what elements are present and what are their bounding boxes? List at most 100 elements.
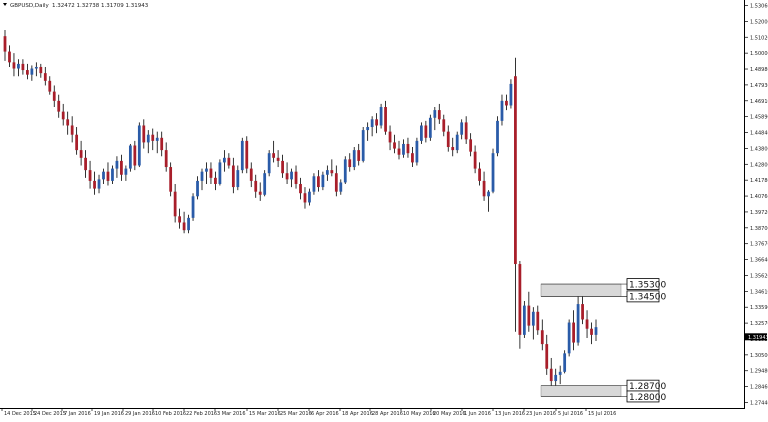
y-tick: 1.27440 bbox=[744, 401, 768, 407]
candle bbox=[48, 76, 52, 95]
candle-body bbox=[75, 134, 79, 151]
candle bbox=[70, 116, 74, 143]
candle bbox=[303, 187, 307, 209]
candle bbox=[482, 171, 486, 201]
symbol-label: GBPUSD,Daily bbox=[10, 3, 50, 9]
candle bbox=[173, 183, 177, 223]
x-tick-label: 18 Apr 2016 bbox=[342, 411, 373, 417]
candle bbox=[375, 113, 379, 134]
candle-body bbox=[178, 216, 182, 223]
candle-body bbox=[12, 62, 16, 69]
x-tick-label: 19 Jan 2016 bbox=[94, 411, 124, 417]
candle-body bbox=[17, 63, 20, 69]
candle-body bbox=[281, 160, 284, 174]
candle bbox=[267, 150, 271, 177]
candle bbox=[178, 208, 182, 229]
candle bbox=[585, 310, 589, 338]
y-tick-label: 1.47930 bbox=[750, 83, 768, 89]
candle bbox=[496, 116, 499, 157]
candle bbox=[415, 137, 419, 166]
y-tick-label: 1.30500 bbox=[750, 353, 768, 359]
candle bbox=[285, 162, 289, 184]
chart-svg: GBPUSD,Daily 1.32472 1.32738 1.31709 1.3… bbox=[0, 0, 768, 417]
x-tick: 24 Dec 2015 bbox=[31, 408, 66, 417]
y-tick-label: 1.37670 bbox=[750, 242, 768, 248]
candle-body bbox=[384, 107, 387, 132]
candle bbox=[527, 291, 531, 332]
candle-body bbox=[222, 157, 226, 163]
candle bbox=[263, 170, 267, 197]
y-tick: 1.51020 bbox=[744, 35, 768, 41]
candle-body bbox=[460, 122, 464, 135]
candle-body bbox=[317, 176, 320, 188]
candle bbox=[339, 179, 343, 195]
candle bbox=[388, 125, 392, 151]
candle bbox=[124, 165, 128, 181]
candle-body bbox=[227, 157, 231, 166]
x-tick: 18 Apr 2016 bbox=[339, 408, 373, 417]
candle-body bbox=[48, 80, 52, 92]
candle bbox=[514, 57, 517, 332]
candle bbox=[8, 45, 11, 67]
candle bbox=[357, 143, 361, 166]
candle bbox=[39, 63, 43, 78]
candle-body bbox=[348, 159, 352, 168]
y-tick: 1.35620 bbox=[744, 273, 768, 279]
candle bbox=[325, 165, 329, 181]
price-zone[interactable] bbox=[540, 283, 622, 297]
y-tick: 1.52000 bbox=[744, 19, 768, 25]
candle bbox=[245, 136, 249, 174]
y-tick: 1.42800 bbox=[744, 162, 768, 168]
candle bbox=[545, 334, 549, 375]
y-tick: 1.32570 bbox=[744, 321, 768, 327]
candle bbox=[160, 131, 164, 157]
candle bbox=[151, 128, 155, 151]
candle-body bbox=[312, 176, 316, 192]
candle-body bbox=[325, 170, 329, 175]
candle bbox=[406, 137, 410, 158]
candle-body bbox=[285, 173, 289, 180]
candle bbox=[276, 150, 280, 168]
dropdown-triangle-icon[interactable] bbox=[3, 3, 7, 6]
candlestick-chart[interactable]: GBPUSD,Daily 1.32472 1.32738 1.31709 1.3… bbox=[0, 0, 768, 418]
candle-body bbox=[482, 180, 486, 197]
x-tick: 14 Dec 2015 bbox=[1, 408, 36, 417]
level-label-text: 1.28700 bbox=[629, 382, 666, 392]
candle-body bbox=[397, 148, 401, 155]
candle-body bbox=[236, 170, 240, 188]
candle-body bbox=[428, 117, 432, 138]
y-tick-label: 1.50000 bbox=[750, 51, 768, 57]
candle bbox=[451, 137, 455, 157]
y-tick-label: 1.28460 bbox=[750, 385, 768, 391]
candle-body bbox=[84, 157, 87, 171]
candle-body bbox=[120, 160, 123, 175]
candle bbox=[75, 127, 79, 155]
x-tick: 10 May 2016 bbox=[400, 408, 436, 417]
candle-body bbox=[567, 322, 571, 354]
candle-body bbox=[200, 171, 204, 181]
candle bbox=[334, 165, 338, 197]
x-tick: 20 May 2016 bbox=[430, 408, 466, 417]
price-zone[interactable] bbox=[540, 385, 622, 397]
candle-body bbox=[57, 100, 61, 112]
x-tick-label: 25 Mar 2016 bbox=[280, 411, 312, 417]
candle bbox=[88, 160, 92, 189]
candle-body bbox=[258, 191, 262, 195]
candle bbox=[133, 140, 137, 171]
candle-body bbox=[478, 168, 481, 181]
candle-body bbox=[187, 217, 190, 231]
candle-body bbox=[52, 91, 56, 101]
candle-body bbox=[590, 328, 593, 335]
candle-body bbox=[527, 305, 531, 326]
y-tick-label: 1.35620 bbox=[750, 273, 768, 279]
candle bbox=[419, 122, 423, 144]
candle-body bbox=[240, 140, 244, 171]
x-tick-label: 10 Feb 2016 bbox=[155, 411, 186, 417]
candle bbox=[366, 122, 370, 141]
x-tick-label: 29 Jan 2016 bbox=[125, 411, 155, 417]
candle bbox=[111, 165, 114, 184]
candle bbox=[146, 130, 150, 154]
x-tick: 15 Mar 2016 bbox=[246, 408, 281, 417]
x-tick: 10 Feb 2016 bbox=[152, 408, 186, 417]
candle-body bbox=[308, 191, 311, 203]
